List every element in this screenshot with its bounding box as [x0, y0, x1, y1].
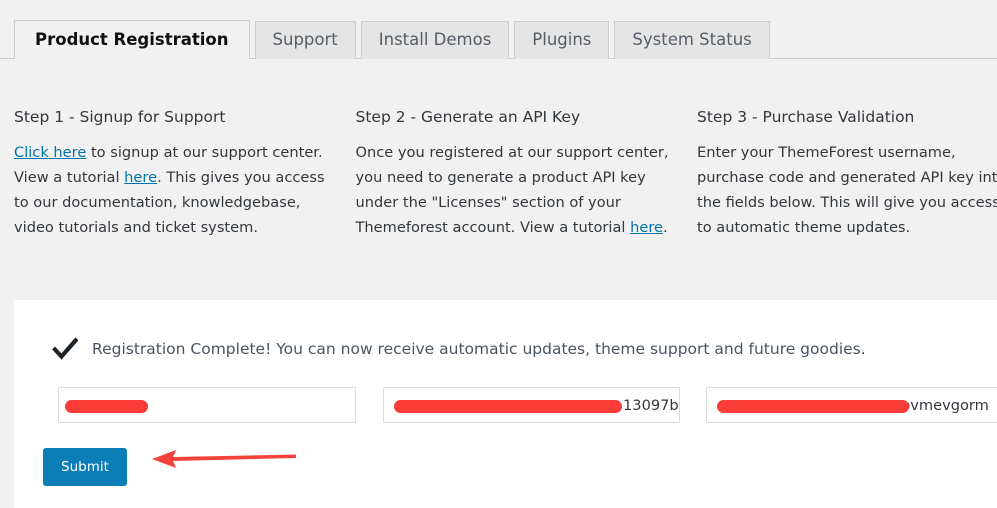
tutorial-link[interactable]: here [630, 219, 663, 236]
tab-label: Plugins [532, 30, 592, 49]
tab-label: Product Registration [35, 30, 229, 49]
step-column-1: Step 1 - Signup for Support Click here t… [0, 108, 356, 285]
status-message: Registration Complete! You can now recei… [92, 340, 866, 358]
credentials-fields: 13097b pvmevgorm [43, 387, 997, 423]
purchase-code-field[interactable]: 13097b [383, 387, 680, 423]
redaction-mark [394, 400, 622, 413]
step-2-body: Once you registered at our support cente… [356, 140, 680, 240]
tab-plugins[interactable]: Plugins [514, 21, 610, 59]
tab-label: System Status [632, 30, 752, 49]
step-2-text-1: Once you registered at our support cente… [355, 144, 669, 236]
tab-label: Install Demos [378, 30, 492, 49]
tab-system-status[interactable]: System Status [614, 21, 770, 59]
registration-status: Registration Complete! You can now recei… [52, 336, 866, 362]
signup-link[interactable]: Click here [14, 144, 86, 161]
tab-install-demos[interactable]: Install Demos [360, 21, 510, 59]
check-icon [52, 337, 78, 360]
step-3-title: Step 3 - Purchase Validation [697, 108, 915, 126]
tab-product-registration[interactable]: Product Registration [14, 20, 250, 60]
redaction-mark [717, 400, 909, 413]
purchase-code-value: 13097b [623, 397, 679, 414]
api-key-field[interactable]: pvmevgorm [706, 387, 997, 423]
tab-bar: Product Registration Support Install Dem… [0, 0, 997, 60]
step-column-2: Step 2 - Generate an API Key Once you re… [356, 108, 698, 285]
step-column-3: Step 3 - Purchase Validation Enter your … [697, 108, 997, 285]
tab-label: Support [272, 30, 338, 49]
tab-support[interactable]: Support [254, 21, 356, 59]
step-2-text-2: . [663, 219, 668, 236]
api-key-value: pvmevgorm [901, 397, 989, 414]
step-3-body: Enter your ThemeForest username, purchas… [697, 144, 997, 236]
step-1-title: Step 1 - Signup for Support [14, 108, 226, 126]
step-1-body: Click here to signup at our support cent… [14, 140, 338, 240]
tutorial-link[interactable]: here [124, 169, 157, 186]
steps-section: Step 1 - Signup for Support Click here t… [0, 59, 997, 285]
username-field[interactable] [58, 387, 356, 423]
step-2-title: Step 2 - Generate an API Key [355, 108, 581, 126]
redaction-mark [65, 400, 148, 413]
registration-panel: Registration Complete! You can now recei… [14, 300, 997, 508]
submit-button[interactable]: Submit [43, 448, 127, 486]
